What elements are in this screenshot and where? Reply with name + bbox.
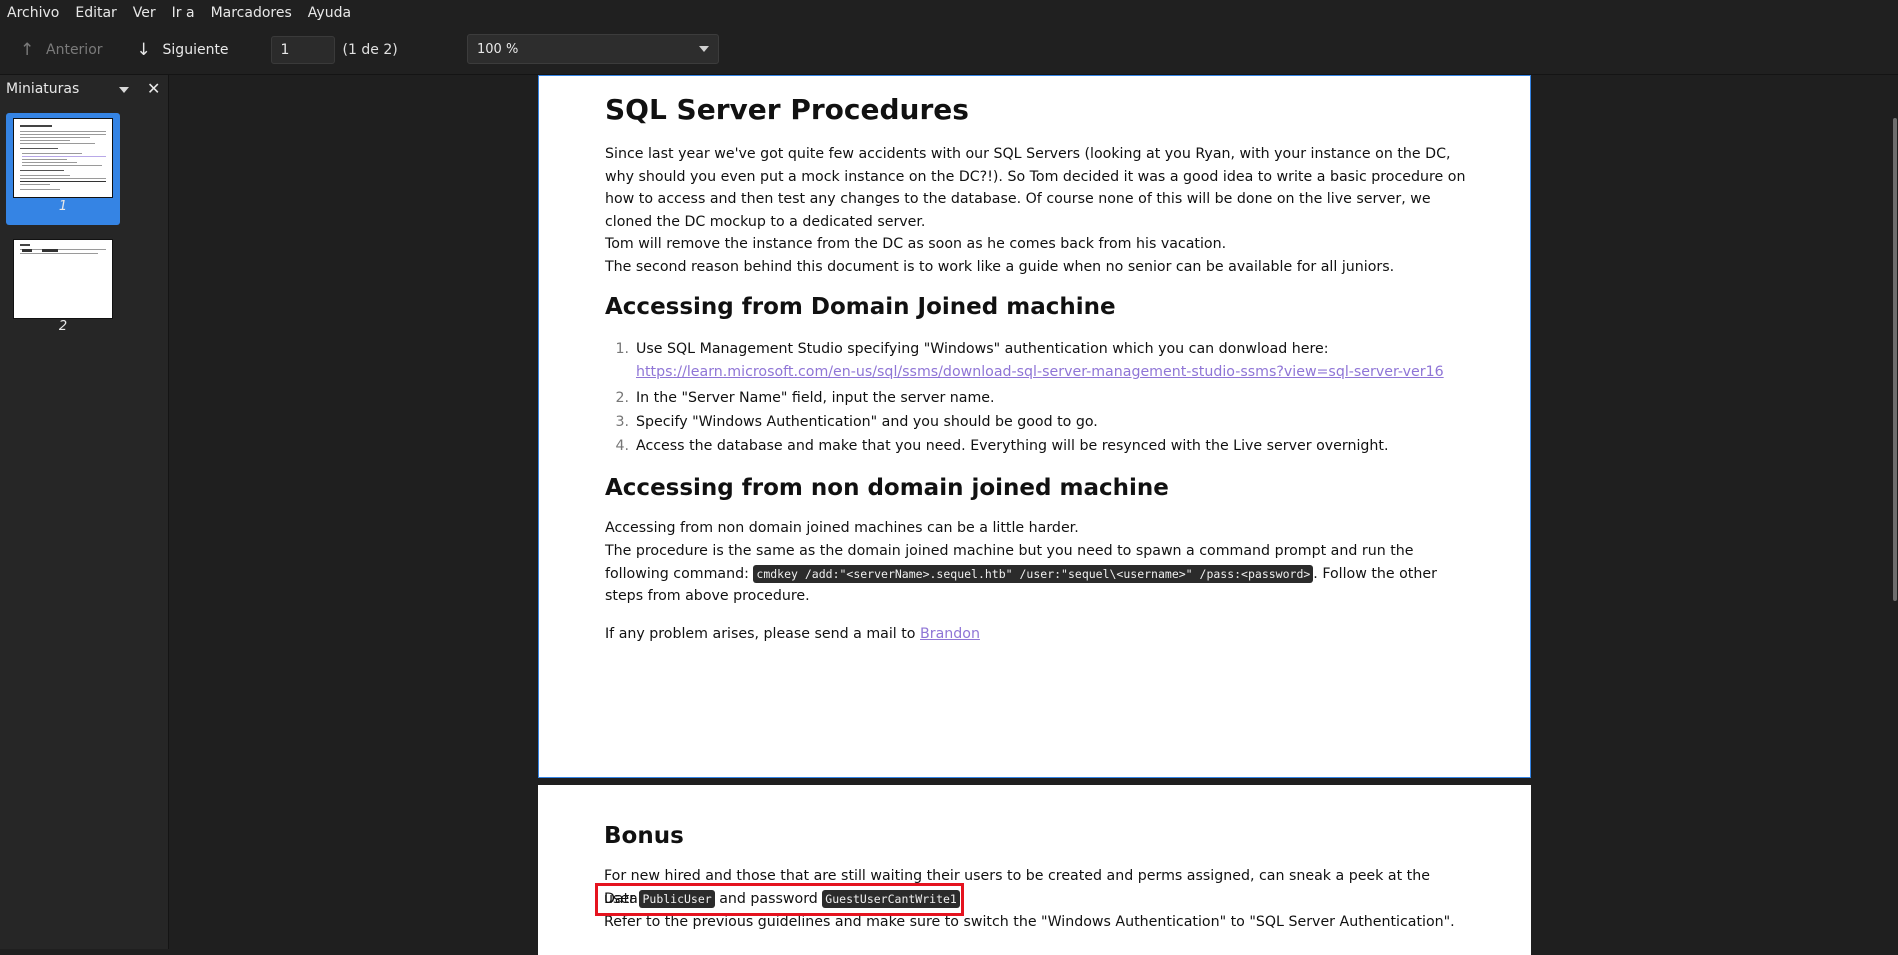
arrow-down-icon: ↓	[136, 40, 151, 60]
cmdkey-command: cmdkey /add:"<serverName>.sequel.htb" /u…	[753, 564, 1314, 583]
list-item: 4. Access the database and make that you…	[615, 435, 1476, 458]
sidebar-mode-dropdown-icon[interactable]	[119, 87, 129, 93]
intro-paragraph: Since last year we've got quite few acci…	[605, 146, 1466, 231]
zoom-value: 100 %	[477, 41, 519, 57]
previous-page-button[interactable]: ↑ Anterior	[12, 34, 111, 66]
non-domain-procedure: The procedure is the same as the domain …	[605, 540, 1475, 608]
heading-non-domain: Accessing from non domain joined machine	[605, 475, 1169, 501]
menu-archivo[interactable]: Archivo	[0, 0, 67, 26]
thumbnail-page-1-image	[13, 118, 113, 198]
document-page-2: Bonus For new hired and those that are s…	[538, 785, 1531, 955]
thumbnail-page-1[interactable]: 1	[6, 113, 120, 225]
page-number-input[interactable]	[270, 36, 335, 64]
list-item-number: 2.	[615, 390, 629, 406]
list-item: 2. In the "Server Name" field, input the…	[615, 387, 1476, 410]
zoom-select[interactable]: 100 %	[467, 34, 719, 64]
list-item-text: In the "Server Name" field, input the se…	[636, 390, 995, 406]
menu-ayuda[interactable]: Ayuda	[300, 0, 359, 26]
heading-domain-joined: Accessing from Domain Joined machine	[605, 294, 1116, 320]
list-item-number: 3.	[615, 414, 629, 430]
previous-page-label: Anterior	[46, 42, 103, 58]
heading-bonus: Bonus	[604, 823, 684, 849]
document-page-1: SQL Server Procedures Since last year we…	[538, 75, 1531, 778]
close-icon[interactable]: ✕	[147, 79, 160, 98]
document-scrollbar[interactable]	[1893, 118, 1897, 601]
intro-guide-line: The second reason behind this document i…	[605, 259, 1395, 275]
list-item-text: Use SQL Management Studio specifying "Wi…	[636, 341, 1329, 357]
list-item-text: Specify "Windows Authentication" and you…	[636, 414, 1098, 430]
intro-vacation-line: Tom will remove the instance from the DC…	[605, 236, 1227, 252]
page-2-content: Bonus For new hired and those that are s…	[604, 785, 1474, 955]
menu-ver[interactable]: Ver	[125, 0, 164, 26]
menu-editar[interactable]: Editar	[67, 0, 124, 26]
thumbnail-page-2-number: 2	[58, 319, 68, 334]
menu-bar: Archivo Editar Ver Ir a Marcadores Ayuda	[0, 0, 1898, 26]
credentials-highlight-box	[595, 883, 964, 916]
thumbnail-page-1-number: 1	[58, 199, 68, 214]
non-domain-intro: Accessing from non domain joined machine…	[605, 520, 1079, 536]
thumbnail-page-2[interactable]: 2	[6, 235, 120, 347]
next-page-button[interactable]: ↓ Siguiente	[129, 34, 237, 66]
brandon-mail-link[interactable]: Brandon	[920, 626, 980, 642]
toolbar: ↑ Anterior ↓ Siguiente (1 de 2) 100 %	[0, 26, 1898, 75]
contact-text: If any problem arises, please send a mai…	[605, 626, 920, 642]
list-item-number: 4.	[615, 438, 629, 454]
list-item: 3. Specify "Windows Authentication" and …	[615, 411, 1476, 434]
list-item: 1. Use SQL Management Studio specifying …	[615, 338, 1476, 383]
next-page-label: Siguiente	[162, 42, 229, 58]
ssms-download-link[interactable]: https://learn.microsoft.com/en-us/sql/ss…	[636, 364, 1444, 380]
list-item-text: Access the database and make that you ne…	[636, 438, 1389, 454]
document-title: SQL Server Procedures	[605, 93, 969, 126]
page-1-content: SQL Server Procedures Since last year we…	[605, 76, 1475, 776]
thumbnail-page-2-image	[13, 239, 113, 319]
list-item-number: 1.	[615, 341, 629, 357]
menu-marcadores[interactable]: Marcadores	[203, 0, 300, 26]
sidebar-title: Miniaturas	[6, 81, 80, 97]
arrow-up-icon: ↑	[20, 40, 35, 60]
menu-ir-a[interactable]: Ir a	[164, 0, 203, 26]
sidebar-header: Miniaturas ✕	[0, 75, 168, 103]
chevron-down-icon	[699, 46, 709, 52]
page-count: (1 de 2)	[342, 42, 398, 58]
thumbnails-sidebar: Miniaturas ✕ 1 2	[0, 75, 169, 949]
contact-line: If any problem arises, please send a mai…	[605, 623, 1475, 646]
